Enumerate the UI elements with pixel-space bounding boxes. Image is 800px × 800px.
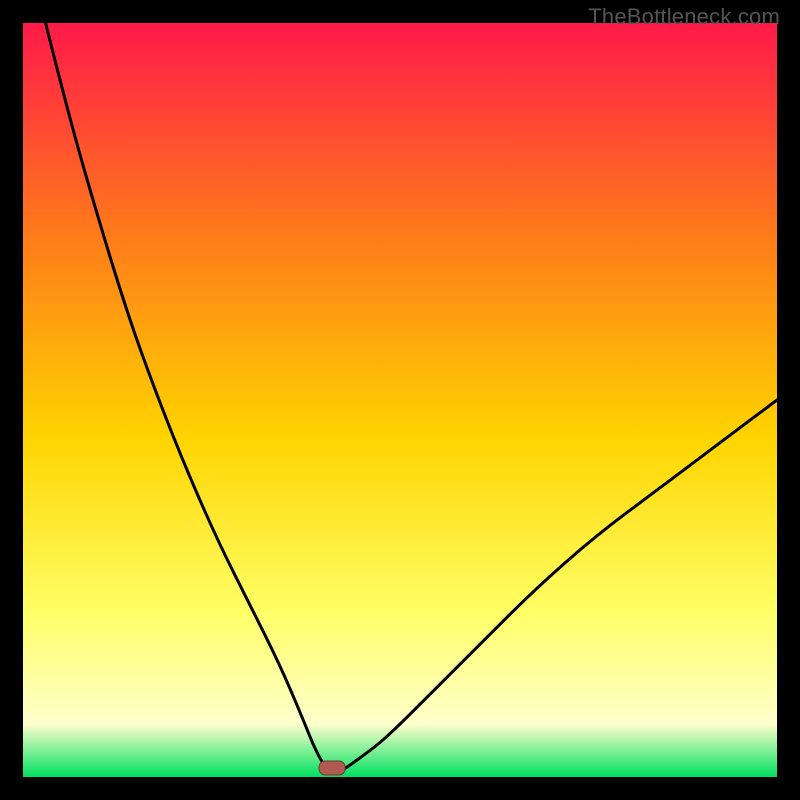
bottleneck-chart-svg [23, 23, 777, 777]
plot-area [23, 23, 777, 777]
gradient-background [23, 23, 777, 777]
chart-frame: TheBottleneck.com [0, 0, 800, 800]
watermark-text: TheBottleneck.com [588, 4, 780, 30]
optimum-marker [319, 761, 345, 775]
